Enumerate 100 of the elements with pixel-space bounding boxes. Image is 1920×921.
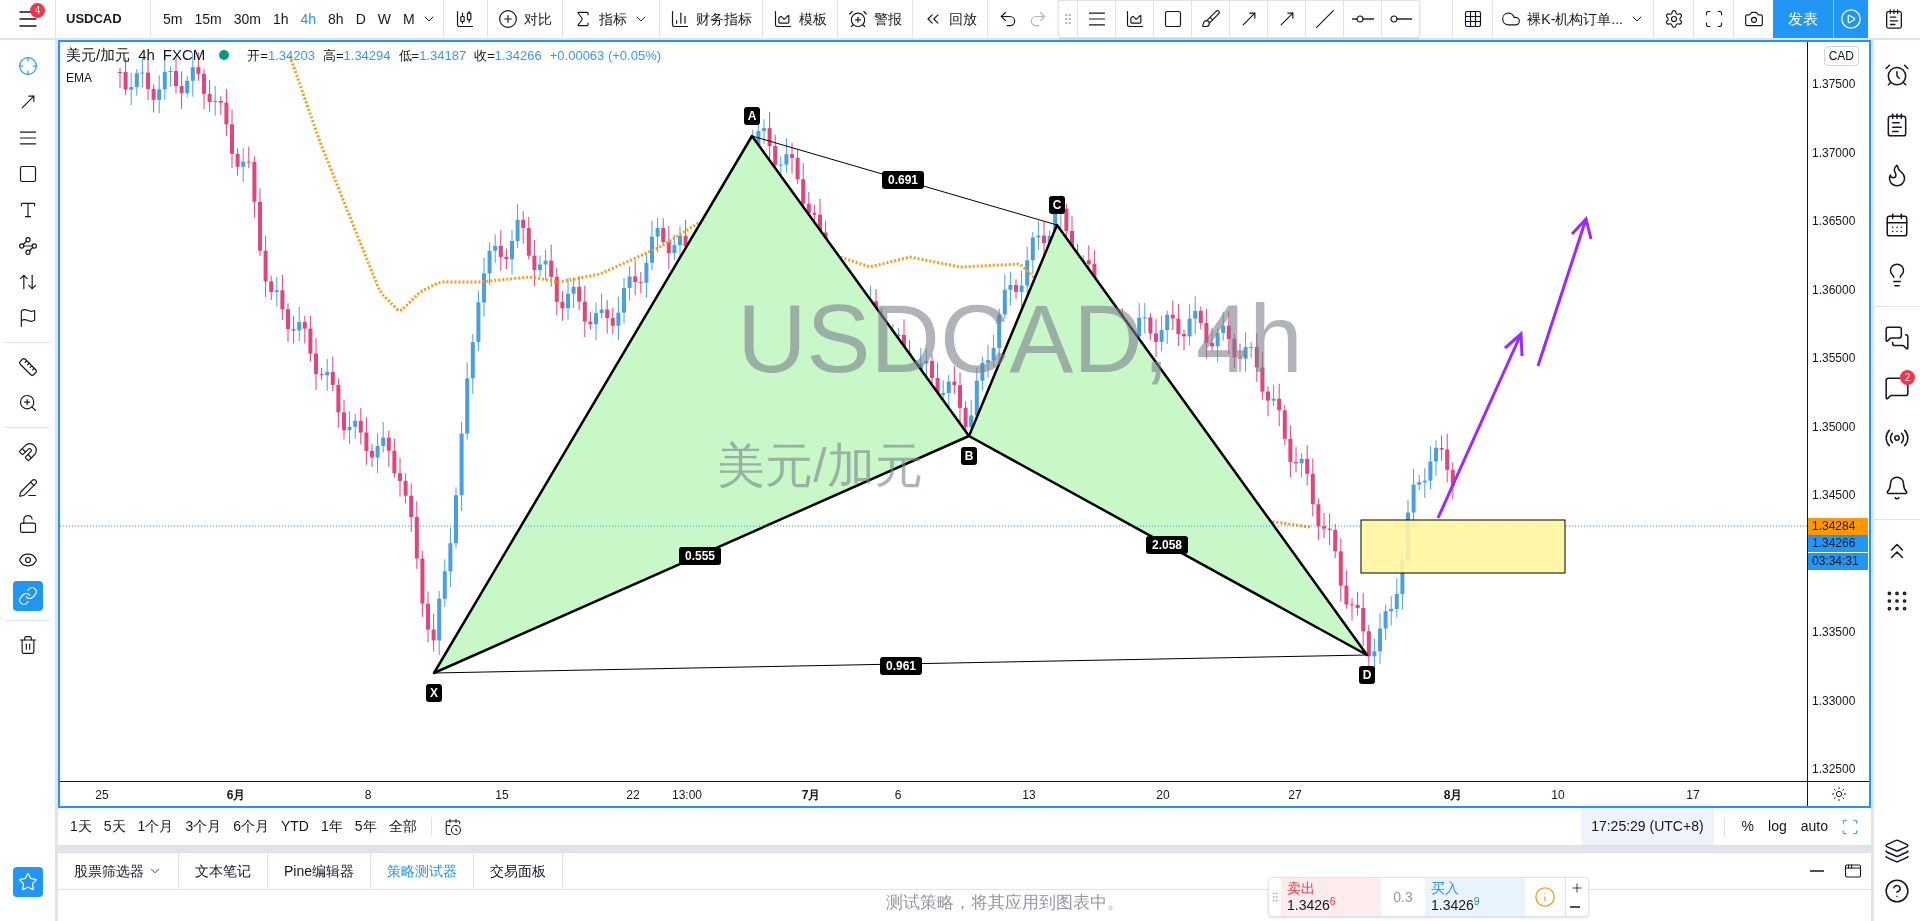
list-icon [1883,8,1905,30]
legend-change: +0.00063 (+0.05%) [549,46,662,65]
alarm-clock-icon [1884,62,1910,88]
price-axis-label: 1.33500 [1812,624,1856,640]
time-axis-label: 8月 [1443,787,1463,804]
drag-handle-icon[interactable] [1269,891,1281,903]
price-axis-label: 1.32500 [1812,761,1856,777]
minus-icon [1570,905,1580,908]
price-axis-label: 1.33000 [1812,693,1856,709]
layers-icon [1884,838,1910,864]
bar-chart-icon [669,9,690,29]
panel-tab[interactable]: 文本笔记 [179,853,268,889]
star-icon [17,872,38,892]
scale-option-button[interactable]: auto [1793,816,1835,837]
time-axis-label: 6 [894,787,902,804]
compare-icon [497,9,518,29]
play-button[interactable] [1833,0,1868,38]
info-icon [1534,886,1556,908]
symbol-button[interactable]: USDCAD [55,0,150,38]
toolbar-button[interactable]: 警报 [836,0,912,38]
price-axis-label: 1.36000 [1812,282,1856,298]
empty-message: 测试策略，将其应用到图表中。 [885,892,1124,914]
price-axis-label: 1.35500 [1812,350,1856,366]
clock-label[interactable]: 17:25:29 (UTC+8) [1581,808,1714,845]
time-axis-label: 27 [1288,787,1302,804]
scale-option-button[interactable]: log [1761,816,1794,837]
toolbar-button[interactable]: 回放 [911,0,987,38]
time-axis-label: 17 [1686,787,1700,804]
plus-icon [1570,880,1584,895]
currency-button[interactable]: CAD [1823,46,1859,66]
menu-button[interactable]: 4 [0,0,55,38]
interval-button[interactable]: 1h [266,0,295,38]
toolbar-button[interactable]: 财务指标 [658,0,762,38]
camera-icon [1743,9,1764,29]
interval-button[interactable]: D [349,0,372,38]
range-button[interactable]: 6个月 [227,816,275,837]
interval-button[interactable]: 30m [227,0,267,38]
legend-key: 高= [322,45,344,65]
interval-button[interactable]: 15m [188,0,228,38]
zoom-in-icon [17,393,38,413]
toolbar-button[interactable]: 指标 [561,0,659,38]
time-axis-label: 7月 [801,787,821,804]
crosshair-icon [17,56,38,76]
calendar-icon [443,817,462,836]
range-button[interactable]: 5年 [348,816,383,837]
legend-key: 收= [474,45,495,65]
layout-name-button[interactable]: 裸K-机构订单... [1492,0,1653,38]
interval-button[interactable]: M [397,0,421,38]
time-axis-label: 10 [1551,787,1565,804]
pencil-icon [17,478,38,498]
price-axis-label: 1.35000 [1812,419,1856,435]
line-icon [1314,9,1335,29]
measure-arrows-icon [17,272,38,292]
fullscreen-icon [1703,9,1724,29]
legend-key: 开= [247,45,268,65]
favorites-button[interactable] [12,867,43,897]
range-button[interactable]: 1个月 [131,816,180,837]
minimize-icon [1810,870,1824,872]
sidebar-button[interactable]: 2 [1879,368,1915,408]
price-axis-label: 1.37500 [1812,76,1856,92]
unlock-icon [17,514,38,534]
time-axis-label: 25 [95,787,109,804]
time-axis-label: 13:00 [672,787,702,804]
buy-button[interactable]: 买入 1.3426$^{9}$ [1425,878,1525,916]
magnet-icon [17,442,38,462]
panel-tab[interactable]: 交易面板 [474,853,564,889]
point-label: A [744,107,760,125]
scale-option-button[interactable]: % [1734,816,1762,837]
range-button[interactable]: 1年 [315,816,349,837]
range-button[interactable]: 3个月 [179,816,228,837]
price-axis-label: 1.34500 [1812,487,1856,503]
legend-key: 低= [398,45,420,65]
time-axis-label: 6月 [226,787,246,804]
legend-interval: 4h [138,45,155,65]
price-axis-label: 1.36500 [1812,213,1856,229]
panel-tab[interactable]: 股票筛选器 [58,853,179,889]
interval-button[interactable]: 8h [322,0,350,38]
range-button[interactable]: 1天 [64,816,98,837]
ruler-icon [17,357,38,377]
rectangle-icon [1162,9,1183,29]
price-tag: 03:34:31 [1808,553,1868,570]
range-button[interactable]: 全部 [382,816,423,837]
sell-button[interactable]: 卖出 1.3426$^{6}$ [1281,878,1381,916]
point-label: B [961,447,977,465]
interval-button[interactable]: 5m [157,0,189,38]
range-button[interactable]: YTD [275,816,315,837]
channel-icon [1124,9,1145,29]
interval-button[interactable]: W [371,0,397,38]
play-icon [1840,8,1862,30]
time-axis-label: 8 [364,787,372,804]
brush-icon [1200,9,1221,29]
toolbar-button[interactable]: 模板 [761,0,837,38]
range-button[interactable]: 5天 [97,816,132,837]
legend-value: 1.34203 [267,46,315,65]
candlestick-icon [455,9,476,29]
time-axis-label: 22 [626,787,640,804]
template-icon [772,9,793,29]
toolbar-button[interactable]: 对比 [486,0,562,38]
ratio-label: 0.961 [880,657,922,675]
price-tag: 1.34266 [1808,535,1868,552]
